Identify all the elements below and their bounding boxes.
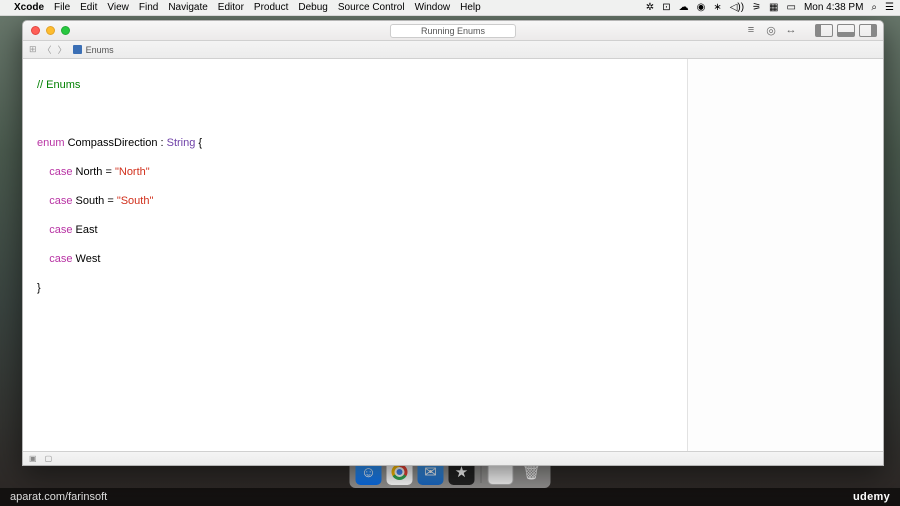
code-text: West [72,253,100,265]
swift-file-icon [73,45,82,54]
code-kw: case [37,253,72,265]
tray-cloud-icon[interactable]: ☁ [679,2,689,13]
tray-icon[interactable]: ✲ [646,2,654,13]
related-items-icon[interactable]: ⊞ [29,44,37,55]
jump-bar-file-label: Enums [86,45,114,55]
code-text: } [37,282,41,294]
code-text: { [195,137,202,149]
window-status: Running Enums [390,24,516,38]
video-overlay-bar: aparat.com/farinsoft udemy [0,488,900,506]
menu-product[interactable]: Product [254,2,288,13]
editor-version-icon[interactable]: ↔ [783,24,799,37]
menubar-list-icon[interactable]: ☰ [885,2,894,13]
app-menu[interactable]: Xcode [14,2,44,13]
editor-bottom-bar: ▣ ▢ [23,451,883,465]
toggle-right-panel-button[interactable] [859,24,877,37]
menu-view[interactable]: View [107,2,129,13]
menu-editor[interactable]: Editor [218,2,244,13]
tray-wifi-icon[interactable]: ⚞ [752,2,761,13]
menubar-clock[interactable]: Mon 4:38 PM [804,2,863,13]
code-text: East [72,224,97,236]
window-titlebar[interactable]: Running Enums ≡ ◎ ↔ [23,21,883,41]
code-kw: case [37,195,72,207]
nav-back-button[interactable]: 〈 [43,43,52,56]
menu-help[interactable]: Help [460,2,481,13]
code-type: String [167,137,196,149]
editor-assistant-icon[interactable]: ◎ [763,24,779,37]
menu-window[interactable]: Window [415,2,451,13]
window-traffic-lights [23,26,70,35]
jump-bar: ⊞ 〈 〉 Enums [23,41,883,59]
toolbar-right: ≡ ◎ ↔ [743,24,877,37]
nav-forward-button[interactable]: 〉 [58,43,67,56]
tray-battery-icon[interactable]: ▭ [786,2,795,13]
jump-bar-file[interactable]: Enums [73,45,114,55]
editor-secondary-pane [688,59,883,451]
code-kw: case [37,224,72,236]
tray-flag-icon[interactable]: ▦ [769,2,778,13]
menu-find[interactable]: Find [139,2,158,13]
menu-debug[interactable]: Debug [298,2,327,13]
code-text: CompassDirection : [65,137,167,149]
debug-console-icon[interactable]: ▢ [45,454,53,463]
window-zoom-button[interactable] [61,26,70,35]
menu-file[interactable]: File [54,2,70,13]
menu-navigate[interactable]: Navigate [168,2,207,13]
toggle-bottom-panel-button[interactable] [837,24,855,37]
xcode-window: Running Enums ≡ ◎ ↔ ⊞ 〈 〉 Enums // Enums… [22,20,884,466]
overlay-brand-label: udemy [853,491,890,503]
tray-screencast-icon[interactable]: ⊡ [662,2,670,13]
code-string: "North" [115,166,150,178]
code-kw: enum [37,137,65,149]
menubar-tray: ✲ ⊡ ☁ ◉ ∗ ◁)) ⚞ ▦ ▭ Mon 4:38 PM ⌕ ☰ [646,2,894,13]
tray-sync-icon[interactable]: ◉ [697,2,706,13]
tray-volume-icon[interactable]: ◁)) [730,2,744,13]
overlay-source-label: aparat.com/farinsoft [10,491,107,503]
menu-source-control[interactable]: Source Control [338,2,405,13]
code-text: South = [72,195,116,207]
code-comment: // Enums [37,79,80,91]
editor-standard-icon[interactable]: ≡ [743,24,759,37]
spotlight-icon[interactable]: ⌕ [871,2,877,13]
window-close-button[interactable] [31,26,40,35]
window-minimize-button[interactable] [46,26,55,35]
mac-menubar: Xcode File Edit View Find Navigate Edito… [0,0,900,16]
code-string: "South" [117,195,154,207]
tray-bluetooth-icon[interactable]: ∗ [713,2,721,13]
code-text: North = [72,166,115,178]
code-kw: case [37,166,72,178]
breakpoint-toggle-icon[interactable]: ▣ [29,454,37,463]
code-editor[interactable]: // Enums enum CompassDirection : String … [23,59,688,451]
menu-edit[interactable]: Edit [80,2,97,13]
toggle-left-panel-button[interactable] [815,24,833,37]
